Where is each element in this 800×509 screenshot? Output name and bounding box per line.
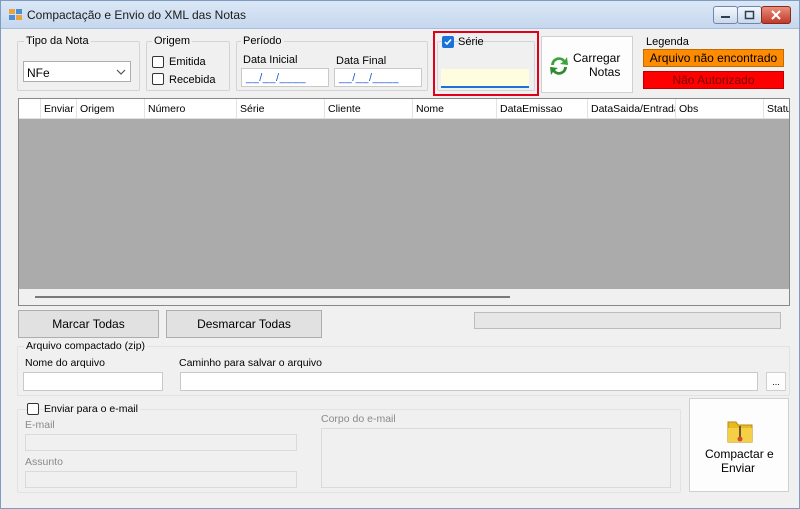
email-input[interactable] <box>25 434 297 451</box>
data-final-input[interactable]: __/__/____ <box>334 68 422 87</box>
data-inicial-input[interactable]: __/__/____ <box>241 68 329 87</box>
assunto-input[interactable] <box>25 471 297 488</box>
data-inicial-value: __/__/____ <box>246 72 307 84</box>
marcar-todas-button[interactable]: Marcar Todas <box>18 310 159 338</box>
compactar-enviar-button[interactable]: Compactar e Enviar <box>689 398 789 492</box>
checkmark-icon <box>444 38 452 46</box>
corpo-email-label: Corpo do e-mail <box>321 413 396 425</box>
caminho-label: Caminho para salvar o arquivo <box>179 357 322 369</box>
column-header-obs[interactable]: Obs <box>676 99 764 119</box>
close-icon <box>771 10 781 20</box>
carregar-notas-button[interactable]: Carregar Notas <box>541 36 633 93</box>
app-icon <box>9 9 22 20</box>
browse-label: ... <box>772 376 780 387</box>
carregar-label-1: Carregar <box>573 51 621 65</box>
carregar-label-2: Notas <box>589 65 621 79</box>
zip-group-label: Arquivo compactado (zip) <box>24 340 148 352</box>
horizontal-scrollbar[interactable] <box>19 289 789 305</box>
progress-bar <box>474 312 781 329</box>
emitida-label: Emitida <box>169 56 206 68</box>
nome-arquivo-label: Nome do arquivo <box>25 357 105 369</box>
column-header-origem[interactable]: Origem <box>77 99 145 119</box>
title-bar[interactable]: Compactação e Envio do XML das Notas <box>1 1 799 29</box>
email-label: E-mail <box>25 419 55 431</box>
marcar-todas-label: Marcar Todas <box>52 317 125 331</box>
minimize-icon <box>721 16 730 18</box>
column-header-dataemissao[interactable]: DataEmissao <box>497 99 588 119</box>
main-window: Compactação e Envio do XML das Notas Tip… <box>0 0 800 509</box>
enviar-email-checkbox[interactable] <box>27 403 39 415</box>
compactar-label-2: Enviar <box>721 461 756 475</box>
compactar-label-1: Compactar e <box>705 447 774 461</box>
chevron-down-icon <box>116 69 126 75</box>
close-button[interactable] <box>761 6 791 24</box>
recebida-label: Recebida <box>169 74 216 86</box>
data-final-value: __/__/____ <box>339 72 400 84</box>
legend-item-label: Arquivo não encontrado <box>649 51 778 65</box>
assunto-label: Assunto <box>25 456 63 468</box>
legend-nao-autorizado: Não Autorizado <box>643 71 784 89</box>
notas-grid[interactable]: Enviar Origem Número Série Cliente Nome … <box>18 98 790 306</box>
recebida-checkbox[interactable] <box>152 73 164 85</box>
row-header-cell <box>19 99 41 119</box>
legend-item-label: Não Autorizado <box>672 73 755 87</box>
column-header-cliente[interactable]: Cliente <box>325 99 413 119</box>
column-header-numero[interactable]: Número <box>145 99 237 119</box>
window-title: Compactação e Envio do XML das Notas <box>27 8 247 22</box>
column-header-datasaida[interactable]: DataSaida/Entrada <box>588 99 676 119</box>
legend-arquivo-nao-encontrado: Arquivo não encontrado <box>643 49 784 67</box>
column-header-nome[interactable]: Nome <box>413 99 497 119</box>
serie-label: Série <box>458 36 484 48</box>
zip-folder-icon <box>727 421 753 443</box>
tipo-nota-value: NFe <box>27 66 50 80</box>
data-final-label: Data Final <box>336 55 387 67</box>
tipo-nota-select[interactable]: NFe <box>23 61 131 82</box>
minimize-button[interactable] <box>713 6 738 24</box>
desmarcar-todas-button[interactable]: Desmarcar Todas <box>166 310 322 338</box>
scrollbar-thumb[interactable] <box>35 296 510 298</box>
grid-header: Enviar Origem Número Série Cliente Nome … <box>19 99 789 119</box>
serie-checkbox[interactable] <box>442 36 454 48</box>
tipo-nota-label: Tipo da Nota <box>24 35 91 47</box>
column-header-status[interactable]: Status <box>764 99 789 119</box>
periodo-label: Período <box>241 35 284 47</box>
serie-input[interactable] <box>441 69 529 88</box>
origem-label: Origem <box>152 35 193 47</box>
maximize-icon <box>744 10 755 20</box>
refresh-icon <box>550 57 568 75</box>
caminho-input[interactable] <box>180 372 758 391</box>
enviar-email-label: Enviar para o e-mail <box>44 403 140 415</box>
maximize-button[interactable] <box>737 6 762 24</box>
corpo-email-textarea[interactable] <box>321 428 671 488</box>
nome-arquivo-input[interactable] <box>23 372 163 391</box>
browse-button[interactable]: ... <box>766 372 786 391</box>
column-header-enviar[interactable]: Enviar <box>41 99 77 119</box>
column-header-serie[interactable]: Série <box>237 99 325 119</box>
legend-title: Legenda <box>646 36 689 48</box>
desmarcar-todas-label: Desmarcar Todas <box>197 317 291 331</box>
emitida-checkbox[interactable] <box>152 56 164 68</box>
data-inicial-label: Data Inicial <box>243 54 298 66</box>
